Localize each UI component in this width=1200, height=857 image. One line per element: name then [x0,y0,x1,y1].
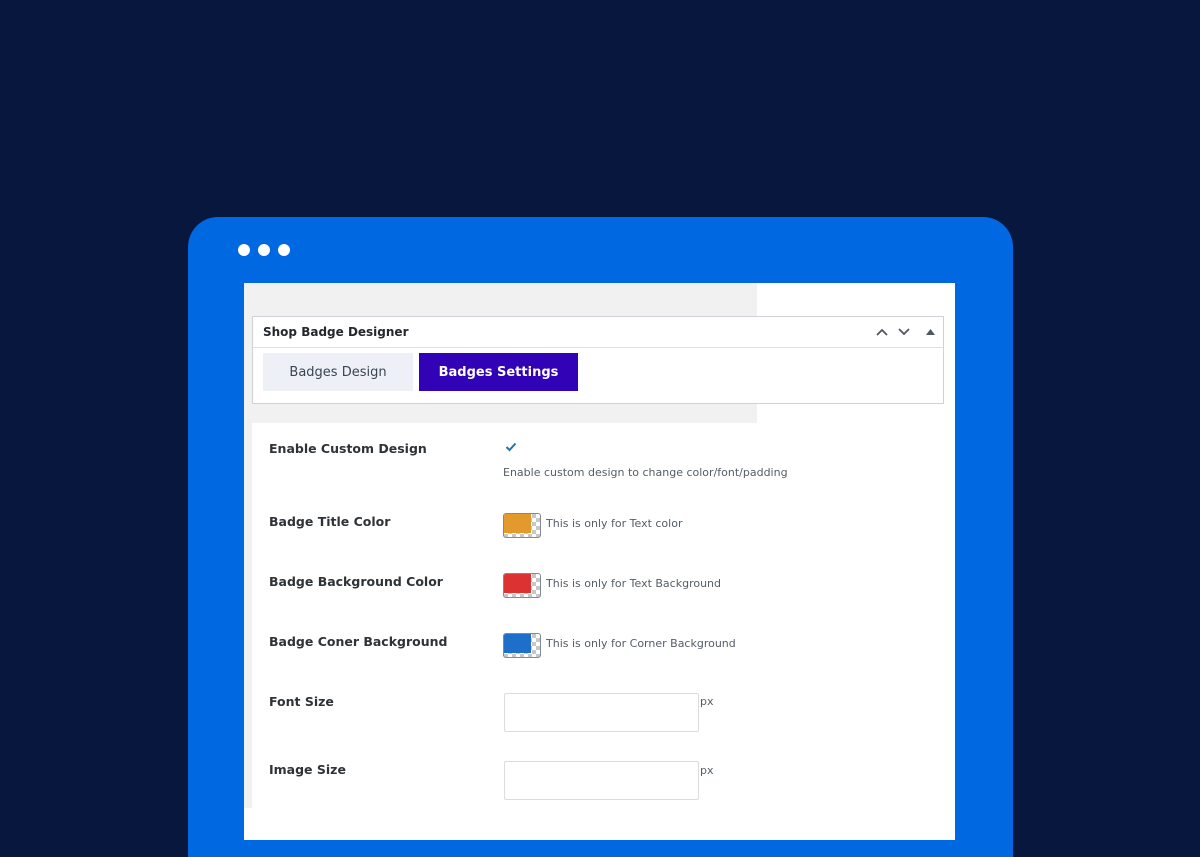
image-size-unit: px [700,764,714,777]
caret-up-icon [925,329,935,335]
toggle-panel-button[interactable] [921,323,939,341]
page-content: Shop Badge Designer Badges Design Badges… [244,283,955,840]
enable-custom-design-label: Enable Custom Design [269,441,427,456]
chevron-up-icon [876,328,888,336]
metabox-header: Shop Badge Designer [253,317,943,348]
image-size-label: Image Size [269,762,346,777]
badge-settings-form: Enable Custom Design Enable custom desig… [252,423,788,808]
window-dot-icon [278,244,290,256]
window-dot-icon [238,244,250,256]
badge-corner-background-label: Badge Coner Background [269,634,448,649]
chevron-down-icon [898,328,910,336]
font-size-label: Font Size [269,694,334,709]
font-size-input[interactable] [504,693,699,732]
font-size-unit: px [700,695,714,708]
badge-title-color-note: This is only for Text color [546,517,683,530]
shop-badge-designer-metabox: Shop Badge Designer Badges Design Badges… [252,316,944,404]
right-blank-area [757,380,955,840]
enable-custom-design-description: Enable custom design to change color/fon… [503,466,788,479]
badge-title-color-picker[interactable] [503,513,541,538]
badge-background-color-picker[interactable] [503,573,541,598]
window-dot-icon [258,244,270,256]
tab-badges-settings[interactable]: Badges Settings [419,353,578,391]
enable-custom-design-checkbox[interactable] [503,439,518,454]
badge-title-color-swatch [504,514,531,533]
badge-corner-background-swatch [504,634,531,653]
metabox-title: Shop Badge Designer [263,325,409,339]
badge-corner-background-picker[interactable] [503,633,541,658]
badge-background-color-label: Badge Background Color [269,574,443,589]
tab-badges-design[interactable]: Badges Design [263,353,413,391]
badge-title-color-label: Badge Title Color [269,514,391,529]
checkmark-icon [505,442,516,451]
badge-background-color-note: This is only for Text Background [546,577,722,590]
move-down-button[interactable] [895,323,913,341]
image-size-input[interactable] [504,761,699,800]
badge-background-color-swatch [504,574,531,593]
move-up-button[interactable] [873,323,891,341]
badge-corner-background-note: This is only for Corner Background [546,637,736,650]
